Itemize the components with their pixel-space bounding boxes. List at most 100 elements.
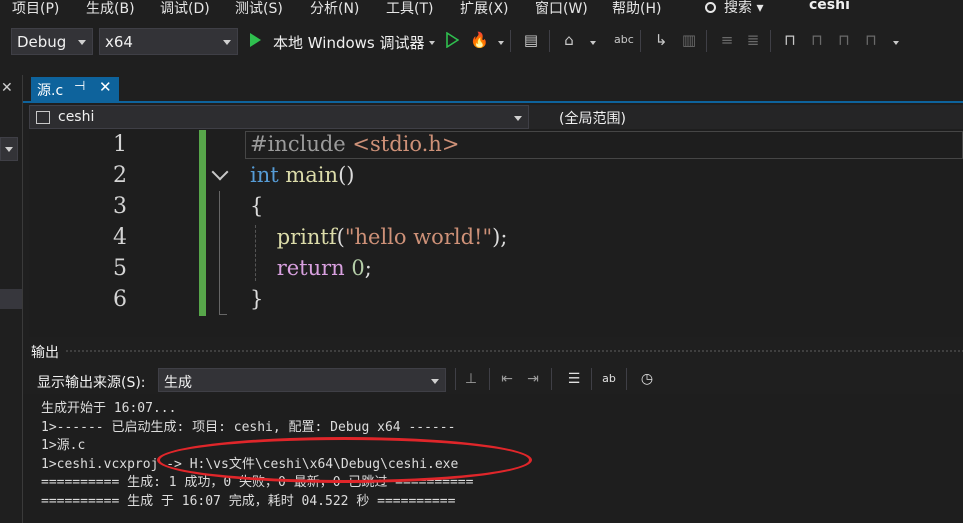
code-line[interactable]: } — [250, 287, 263, 311]
menu-build[interactable]: 生成(B) — [86, 0, 135, 18]
code-token: return — [276, 256, 345, 280]
search-label: 搜索 — [724, 0, 752, 16]
output-source-value: 生成 — [164, 375, 192, 391]
collapse-chevron-icon[interactable] — [211, 163, 229, 181]
word-wrap-icon[interactable]: ab — [599, 369, 619, 389]
previous-bookmark-icon[interactable]: ⊓ — [808, 31, 826, 49]
panel-grip[interactable] — [65, 349, 963, 353]
menu-test[interactable]: 测试(S) — [235, 0, 283, 18]
platform-select[interactable]: x64 — [99, 28, 238, 55]
output-line: 生成开始于 16:07... — [41, 401, 177, 416]
solution-explorer-icon[interactable]: ▤ — [522, 31, 540, 49]
fold-guide-line — [219, 191, 220, 315]
menu-tools[interactable]: 工具(T) — [386, 0, 433, 18]
toolbar-separator — [626, 368, 627, 390]
clear-bookmarks-icon[interactable]: ⊓ — [862, 31, 880, 49]
go-to-error-icon[interactable]: ⊥ — [461, 369, 481, 389]
comment-icon[interactable]: ≡ — [718, 31, 736, 49]
start-debugging-button[interactable]: 本地 Windows 调试器 — [273, 32, 425, 53]
code-line[interactable]: { — [250, 194, 263, 218]
output-line: ========== 生成 于 16:07 完成，耗时 04.522 秒 ===… — [41, 493, 456, 509]
menu-bar: 项目(P) 生成(B) 调试(D) 测试(S) 分析(N) 工具(T) 扩展(X… — [0, 0, 963, 17]
line-number: 1 — [113, 132, 127, 157]
configuration-select[interactable]: Debug — [11, 28, 93, 55]
toolbar-separator — [591, 368, 592, 390]
output-source-label: 显示输出来源(S): — [37, 375, 146, 391]
code-token: () — [338, 163, 355, 187]
project-dropdown-value: ceshi — [58, 109, 95, 125]
spell-check-icon[interactable]: abc — [614, 31, 634, 49]
close-icon[interactable]: ✕ — [99, 78, 112, 96]
change-indicator-bar — [199, 130, 206, 316]
left-selected-row[interactable] — [0, 289, 22, 309]
scope-dropdown[interactable]: (全局范围) — [559, 108, 626, 128]
code-editor[interactable]: 1 2 3 4 5 6 #include <stdio.h> int main() { pri… — [29, 129, 963, 337]
project-dropdown[interactable]: ceshi — [29, 105, 529, 129]
left-tool-strip: ✕ — [0, 67, 22, 523]
toolbar-separator — [455, 368, 456, 390]
start-without-debugging-icon[interactable] — [445, 32, 459, 48]
code-token: } — [250, 287, 264, 311]
code-token: ); — [492, 225, 508, 249]
menu-analyze[interactable]: 分析(N) — [310, 0, 359, 18]
next-message-icon[interactable]: ⇥ — [523, 369, 543, 389]
start-debugging-icon[interactable] — [250, 33, 261, 47]
editor-tab-row: 源.c ⊣ ✕ — [23, 75, 963, 103]
menu-project[interactable]: 项目(P) — [12, 0, 59, 18]
code-line[interactable]: return 0; — [250, 256, 372, 280]
chevron-down-icon[interactable] — [498, 41, 504, 45]
toolbar-separator — [551, 368, 552, 390]
chevron-down-icon[interactable] — [429, 41, 435, 45]
layout-icon[interactable]: ⌂ — [560, 31, 578, 49]
menu-extensions[interactable]: 扩展(X) — [460, 0, 509, 18]
code-token: main — [285, 163, 339, 187]
pin-icon[interactable]: ⊣ — [74, 79, 85, 94]
previous-message-icon[interactable]: ⇤ — [497, 369, 517, 389]
project-icon — [36, 111, 50, 124]
chevron-down-icon — [431, 379, 439, 384]
toolbar-separator — [489, 368, 490, 390]
clock-icon[interactable]: ◷ — [637, 369, 657, 389]
close-icon[interactable]: ✕ — [1, 80, 13, 96]
left-dropdown[interactable] — [0, 137, 18, 161]
code-token: int — [250, 163, 279, 187]
chevron-down-icon — [514, 116, 522, 121]
line-number: 4 — [113, 225, 127, 250]
hot-reload-icon[interactable]: 🔥 — [470, 31, 489, 49]
chevron-down-icon — [223, 40, 231, 45]
tab-label: 源.c — [37, 83, 64, 99]
toolbar-separator — [640, 30, 641, 52]
line-number: 3 — [113, 194, 127, 219]
menu-help[interactable]: 帮助(H) — [612, 0, 661, 18]
toolbar-separator — [770, 30, 771, 52]
chevron-down-icon[interactable] — [590, 41, 596, 45]
breakpoint-window-icon[interactable]: ▥ — [680, 31, 698, 49]
line-number: 2 — [113, 163, 127, 188]
search-box[interactable]: 搜索 ▾ — [705, 0, 763, 17]
chevron-down-icon — [5, 147, 13, 152]
tab-source-file[interactable]: 源.c ⊣ ✕ — [31, 77, 119, 101]
platform-value: x64 — [105, 33, 133, 51]
code-line[interactable]: #include <stdio.h> — [250, 132, 459, 156]
chevron-down-icon[interactable] — [893, 41, 899, 45]
code-token: "hello world!" — [344, 225, 493, 249]
output-source-select[interactable]: 生成 — [158, 368, 446, 392]
output-line: 1>------ 已启动生成: 项目: ceshi, 配置: Debug x64… — [41, 419, 456, 435]
step-cursor-icon[interactable]: ↳ — [652, 31, 670, 49]
menu-window[interactable]: 窗口(W) — [535, 0, 588, 18]
output-panel: 输出 显示输出来源(S): 生成 ⊥ ⇤ ⇥ ☰ ab ◷ 生成开始于 16:0… — [23, 337, 963, 523]
red-ellipse-annotation — [157, 437, 532, 483]
code-token: <stdio.h> — [352, 132, 460, 156]
menu-debug[interactable]: 调试(D) — [160, 0, 210, 18]
uncomment-icon[interactable]: ≣ — [744, 31, 762, 49]
output-panel-title: 输出 — [31, 345, 59, 361]
code-token: 0 — [351, 256, 365, 280]
code-line[interactable]: int main() — [250, 163, 354, 187]
toolbar-separator — [549, 30, 550, 52]
next-bookmark-icon[interactable]: ⊓ — [835, 31, 853, 49]
code-line[interactable]: printf("hello world!"); — [250, 225, 508, 249]
code-token: #include — [250, 132, 353, 156]
bookmark-icon[interactable]: ⊓ — [781, 31, 799, 49]
clear-all-icon[interactable]: ☰ — [564, 369, 584, 389]
